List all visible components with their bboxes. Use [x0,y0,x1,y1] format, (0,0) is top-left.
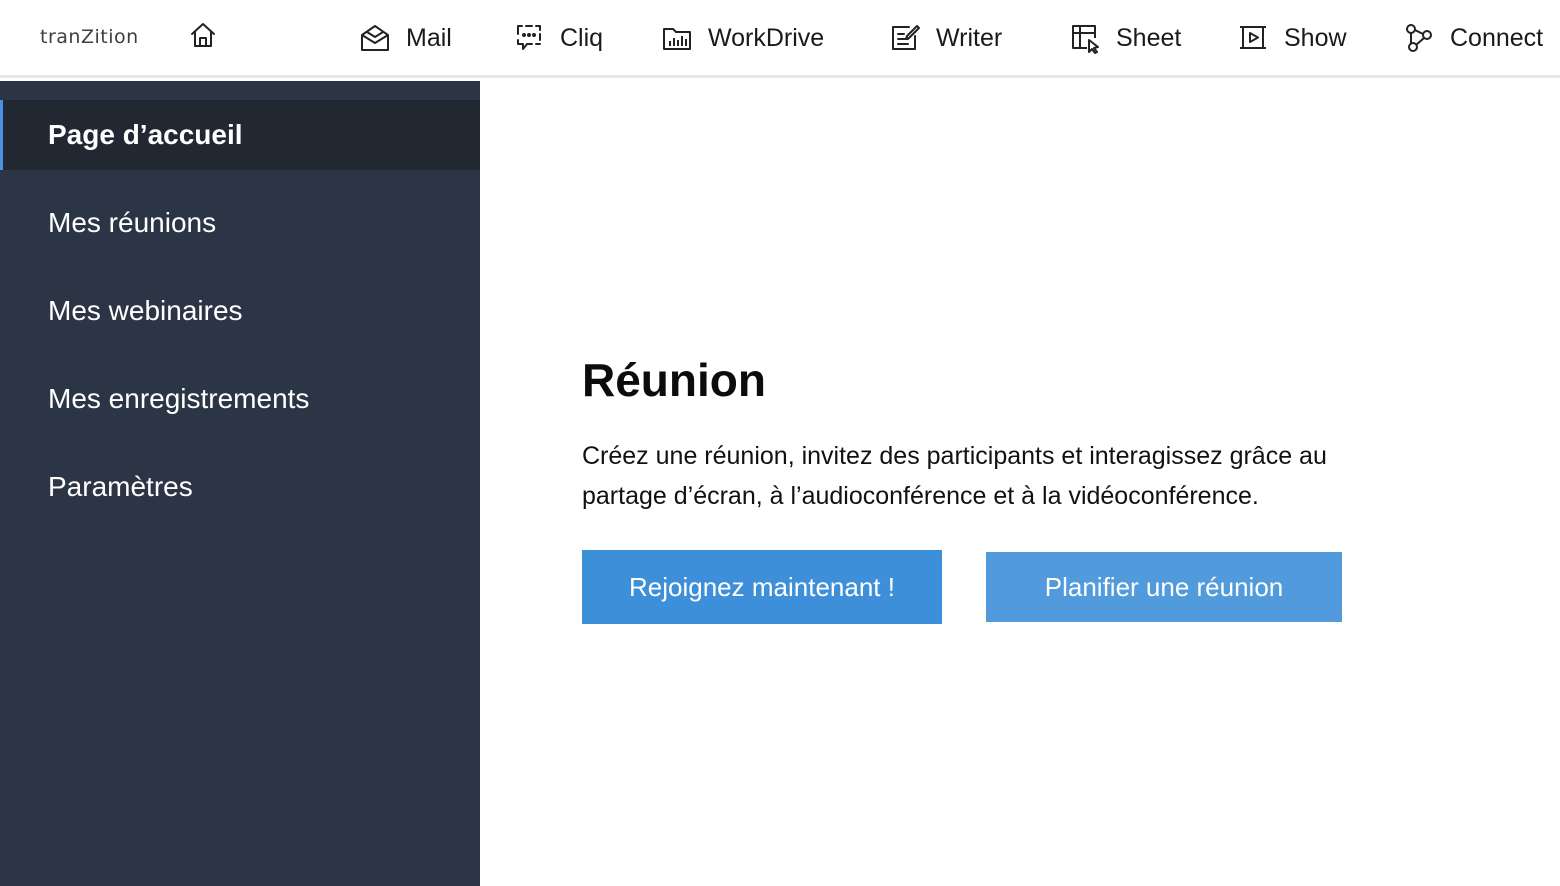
sidebar-item-label: Mes enregistrements [48,383,310,414]
app-connect-label: Connect [1450,23,1544,52]
home-button[interactable] [188,22,218,52]
app-show-label: Show [1284,23,1347,52]
page-description: Créez une réunion, invitez des participa… [582,442,1327,510]
app-cliq[interactable]: Cliq [512,18,603,58]
page-title: Réunion [582,354,766,406]
sidebar-item-label: Mes réunions [48,207,217,238]
sidebar-item-meetings[interactable]: Mes réunions [0,188,480,258]
app-workdrive[interactable]: WorkDrive [660,18,824,58]
sidebar-item-label: Paramètres [48,471,193,502]
app-workdrive-label: WorkDrive [708,23,825,52]
home-icon [189,21,217,54]
sidebar-item-label: Mes webinaires [48,295,243,326]
spreadsheet-icon [1068,21,1102,55]
top-bar: tranZition Mail Cliq WorkDrive Writer Sh… [0,0,1560,78]
app-mail-label: Mail [406,23,452,52]
network-icon [1402,21,1436,55]
folder-chart-icon [660,21,694,55]
sidebar-item-home[interactable]: Page d’accueil [0,100,480,170]
document-edit-icon [888,21,922,55]
mail-icon [358,21,392,55]
presentation-play-icon [1236,21,1270,55]
app-sheet-label: Sheet [1116,23,1182,52]
app-sheet[interactable]: Sheet [1068,18,1181,58]
sidebar-item-settings[interactable]: Paramètres [0,452,480,522]
join-now-button[interactable]: Rejoignez maintenant ! [582,550,942,624]
sidebar-item-label: Page d’accueil [48,119,243,150]
app-show[interactable]: Show [1236,18,1347,58]
chat-icon [512,21,546,55]
schedule-meeting-button[interactable]: Planifier une réunion [986,552,1342,622]
app-writer-label: Writer [936,23,1003,52]
app-writer[interactable]: Writer [888,18,1002,58]
app-connect[interactable]: Connect [1402,18,1543,58]
app-mail[interactable]: Mail [358,18,452,58]
sidebar-item-recordings[interactable]: Mes enregistrements [0,364,480,434]
sidebar: Page d’accueil Mes réunions Mes webinair… [0,81,480,886]
app-cliq-label: Cliq [560,23,604,52]
brand-logo[interactable]: tranZition [40,26,139,48]
sidebar-item-webinars[interactable]: Mes webinaires [0,276,480,346]
